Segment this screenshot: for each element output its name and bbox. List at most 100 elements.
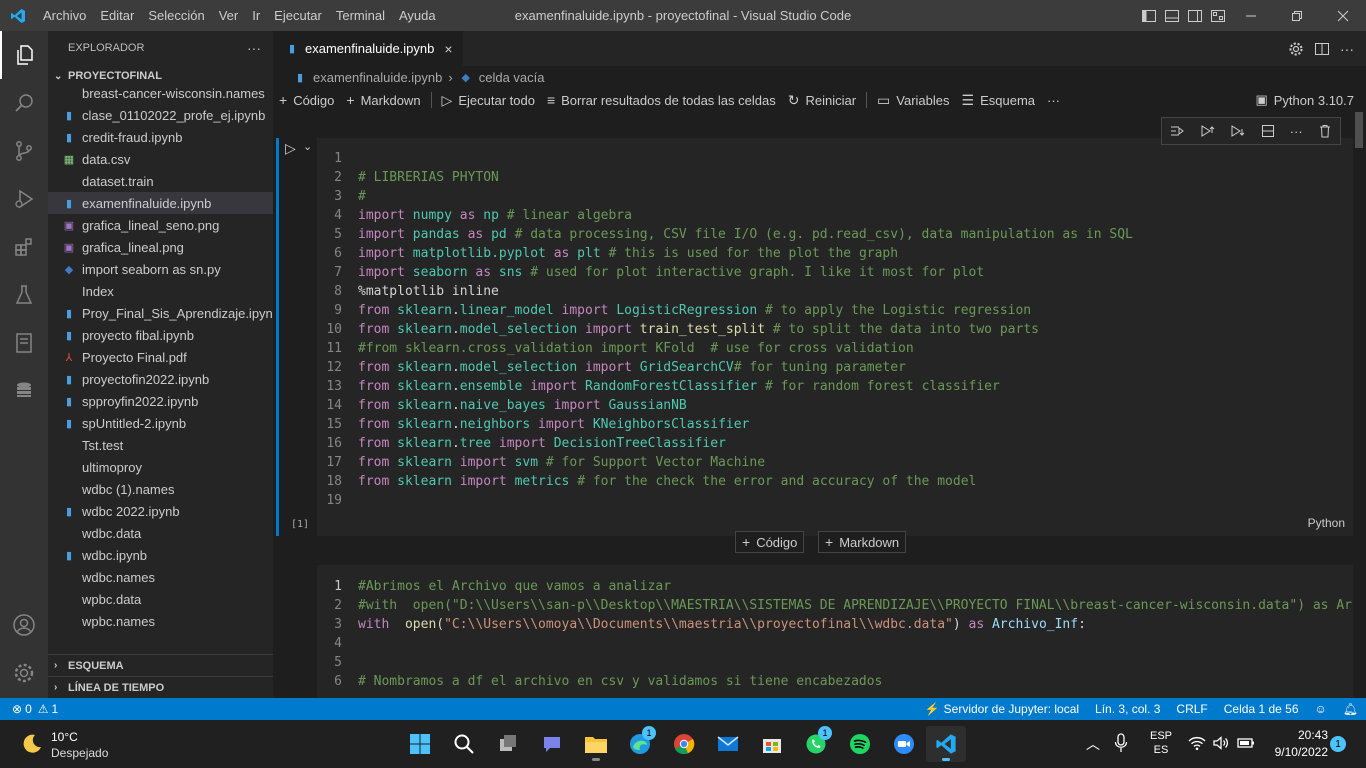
code-line[interactable]: 1 #Abrimos el Archivo que vamos a analiza…: [317, 577, 1353, 596]
breadcrumb-file[interactable]: examenfinaluide.ipynb: [313, 70, 442, 85]
code-line[interactable]: 5: [317, 653, 1353, 672]
file-item[interactable]: wdbc.data: [48, 522, 273, 544]
code-line[interactable]: 14 from sklearn. naive_bayes import Gaussi…: [317, 396, 1353, 415]
file-item[interactable]: breast-cancer-wisconsin.names: [48, 82, 273, 104]
end-of-line[interactable]: CRLF: [1168, 702, 1215, 716]
breadcrumb-cell[interactable]: celda vacía: [479, 70, 545, 85]
code-line[interactable]: 3 #: [317, 187, 1353, 206]
code-cell-2[interactable]: 1 #Abrimos el Archivo que vamos a analiza…: [317, 565, 1353, 698]
code-line[interactable]: 5 import pandas as pd # data processing, …: [317, 225, 1353, 244]
add-code-cell-button[interactable]: + Código: [273, 92, 340, 108]
code-line[interactable]: 6 import matplotlib.pyplot as plt # this …: [317, 244, 1353, 263]
cursor-position[interactable]: Lín. 3, col. 3: [1087, 702, 1168, 716]
code-line[interactable]: 2 # LIBRERIAS PHYTON: [317, 168, 1353, 187]
battery-icon[interactable]: [1237, 736, 1255, 750]
weather-temp[interactable]: 10°C: [51, 730, 78, 744]
file-item[interactable]: wdbc.names: [48, 566, 273, 588]
tab-examenfinaluide[interactable]: ▮ examenfinaluide.ipynb ×: [273, 31, 463, 66]
toolbar-more-button[interactable]: ···: [1041, 93, 1066, 108]
file-item[interactable]: ▮ proyecto fibal.ipynb: [48, 324, 273, 346]
notification-center-badge[interactable]: 1: [1330, 736, 1346, 752]
jupyter-server-status[interactable]: ⚡ Servidor de Jupyter: local: [917, 702, 1087, 716]
chrome-browser-icon[interactable]: [664, 726, 704, 762]
remote-explorer-icon[interactable]: [0, 319, 48, 367]
code-line[interactable]: 10 from sklearn. model_selection import tr…: [317, 320, 1353, 339]
insert-code-cell-button[interactable]: + Código: [735, 531, 805, 553]
database-icon[interactable]: [0, 367, 48, 415]
add-markdown-cell-button[interactable]: + Markdown: [340, 92, 426, 108]
kernel-picker[interactable]: ▣ Python 3.10.7: [1255, 92, 1354, 108]
cell-2-code[interactable]: 1 #Abrimos el Archivo que vamos a analiza…: [317, 565, 1353, 691]
cell-language[interactable]: Python: [1308, 516, 1345, 530]
show-hidden-icons-chevron-icon[interactable]: ︿: [1086, 734, 1100, 754]
outline-section[interactable]: › ESQUEMA: [48, 654, 273, 676]
file-item[interactable]: ▦ data.csv: [48, 148, 273, 170]
split-editor-icon[interactable]: [1314, 41, 1330, 57]
run-all-button[interactable]: ▷ Ejecutar todo: [436, 92, 541, 109]
task-view-icon[interactable]: [488, 726, 528, 762]
code-line[interactable]: 8 %matplotlib inline: [317, 282, 1353, 301]
file-item[interactable]: ◆ import seaborn as sn.py: [48, 258, 273, 280]
clock[interactable]: 20:43 9/10/2022: [1262, 728, 1328, 759]
problems-indicator[interactable]: ⊗ 0 ⚠ 1: [0, 702, 66, 716]
file-item[interactable]: ▮ wdbc 2022.ipynb: [48, 500, 273, 522]
file-item[interactable]: ▮ clase_01102022_profe_ej.ipynb: [48, 104, 273, 126]
restart-button[interactable]: ↻ Reiniciar: [782, 92, 862, 109]
scrollbar-thumb[interactable]: [1355, 112, 1363, 148]
gear-icon[interactable]: [1288, 41, 1304, 57]
taskbar-search-icon[interactable]: [444, 726, 484, 762]
menu-ejecutar[interactable]: Ejecutar: [267, 0, 329, 31]
testing-icon[interactable]: [0, 271, 48, 319]
code-line[interactable]: 17 from sklearn import svm # for Support …: [317, 453, 1353, 472]
feedback-icon[interactable]: ☺: [1307, 702, 1335, 716]
menu-ir[interactable]: Ir: [245, 0, 267, 31]
weather-condition[interactable]: Despejado: [51, 746, 108, 760]
file-item[interactable]: ▮ wdbc.ipynb: [48, 544, 273, 566]
edge-browser-icon[interactable]: 1: [620, 726, 660, 762]
microphone-icon[interactable]: [1114, 733, 1128, 753]
file-item[interactable]: ▮ Proy_Final_Sis_Aprendizaje.ipynb: [48, 302, 273, 324]
code-line[interactable]: 1: [317, 149, 1353, 168]
code-line[interactable]: 18 from sklearn import metrics # for the …: [317, 472, 1353, 491]
file-item[interactable]: ▮ spproyfin2022.ipynb: [48, 390, 273, 412]
extensions-icon[interactable]: [0, 223, 48, 271]
notifications-bell-icon[interactable]: 🔔︎: [1335, 702, 1366, 716]
code-line[interactable]: 9 from sklearn. linear_model import Logist…: [317, 301, 1353, 320]
file-item[interactable]: wpbc.data: [48, 588, 273, 610]
file-item[interactable]: wpbc.names: [48, 610, 273, 632]
teams-chat-icon[interactable]: [532, 726, 572, 762]
delete-cell-icon[interactable]: [1317, 123, 1333, 139]
whatsapp-icon[interactable]: 1: [796, 726, 836, 762]
restore-button[interactable]: [1274, 0, 1320, 31]
cell-more-button[interactable]: ···: [1290, 124, 1303, 139]
file-item[interactable]: Index: [48, 280, 273, 302]
vscode-taskbar-icon[interactable]: [926, 726, 966, 762]
file-item[interactable]: dataset.train: [48, 170, 273, 192]
code-line[interactable]: 6 # Nombramos a df el archivo en csv y va…: [317, 672, 1353, 691]
run-by-line-icon[interactable]: [1169, 123, 1185, 139]
file-item[interactable]: ▮ spUntitled-2.ipynb: [48, 412, 273, 434]
chevron-down-icon[interactable]: ⌄: [303, 140, 312, 153]
file-item[interactable]: ▣ grafica_lineal.png: [48, 236, 273, 258]
menu-archivo[interactable]: Archivo: [36, 0, 93, 31]
customize-layout-icon[interactable]: [1210, 8, 1226, 24]
input-language[interactable]: ESP ES: [1150, 730, 1172, 756]
code-cell-1[interactable]: 1 2 # LIBRERIAS PHYTON 3 #4 import numpy as n…: [317, 138, 1353, 536]
mail-icon[interactable]: [708, 726, 748, 762]
run-above-icon[interactable]: [1199, 123, 1215, 139]
menu-terminal[interactable]: Terminal: [329, 0, 392, 31]
insert-markdown-cell-button[interactable]: + Markdown: [818, 531, 907, 553]
code-line[interactable]: 4 import numpy as np # linear algebra: [317, 206, 1353, 225]
close-window-button[interactable]: [1320, 0, 1366, 31]
clear-all-outputs-button[interactable]: ≡ Borrar resultados de todas las celdas: [541, 92, 782, 108]
run-below-icon[interactable]: [1229, 123, 1245, 139]
toggle-sidebar-icon[interactable]: [1141, 8, 1157, 24]
file-item[interactable]: Tst.test: [48, 434, 273, 456]
zoom-icon[interactable]: [884, 726, 924, 762]
more-actions-button[interactable]: ···: [1340, 41, 1354, 57]
timeline-section[interactable]: › LÍNEA DE TIEMPO: [48, 676, 273, 698]
outline-button[interactable]: ☰ Esquema: [956, 92, 1041, 109]
code-line[interactable]: 2 #with open("D:\\Users\\san-p\\Desktop\\…: [317, 596, 1353, 615]
start-button[interactable]: [400, 726, 440, 762]
code-line[interactable]: 16 from sklearn. tree import DecisionTreeC…: [317, 434, 1353, 453]
